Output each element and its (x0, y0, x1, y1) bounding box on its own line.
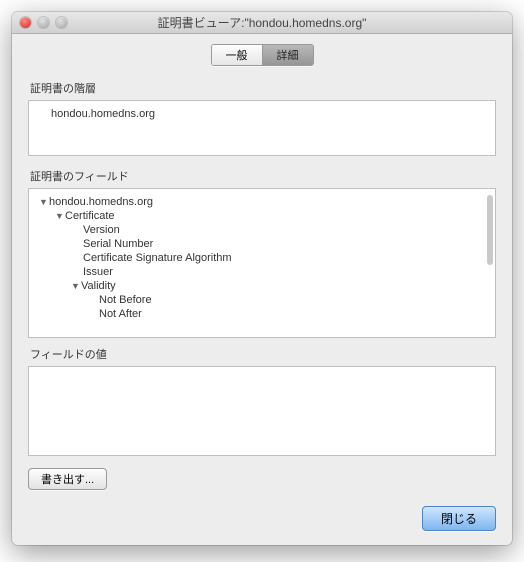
titlebar: 証明書ビューア:"hondou.homedns.org" (12, 12, 512, 34)
certificate-viewer-window: 証明書ビューア:"hondou.homedns.org" 一般 詳細 証明書の階… (12, 12, 512, 545)
tree-row-root[interactable]: ▼hondou.homedns.org (39, 195, 485, 209)
minimize-window-icon (38, 17, 49, 28)
window-title: 証明書ビューア:"hondou.homedns.org" (12, 14, 512, 31)
footer: 閉じる (28, 496, 496, 531)
field-value-panel[interactable] (28, 366, 496, 456)
tree-row-serial[interactable]: Serial Number (39, 237, 485, 251)
tree-label: Not After (99, 308, 142, 320)
hierarchy-label: 証明書の階層 (30, 80, 496, 96)
disclosure-down-icon[interactable]: ▼ (39, 197, 49, 207)
scrollbar-thumb[interactable] (487, 195, 493, 265)
export-button[interactable]: 書き出す... (28, 468, 107, 490)
tree-label: Version (83, 224, 120, 236)
tree-label: Certificate (65, 210, 115, 222)
hierarchy-panel[interactable]: hondou.homedns.org (28, 100, 496, 156)
tree-row-issuer[interactable]: Issuer (39, 265, 485, 279)
close-button[interactable]: 閉じる (422, 506, 496, 531)
tab-switcher: 一般 詳細 (28, 44, 496, 66)
tree-row-sigalg[interactable]: Certificate Signature Algorithm (39, 251, 485, 265)
fields-label: 証明書のフィールド (30, 168, 496, 184)
disclosure-down-icon[interactable]: ▼ (71, 281, 81, 291)
tree-label: Certificate Signature Algorithm (83, 252, 232, 264)
tree-row-validity[interactable]: ▼Validity (39, 279, 485, 293)
zoom-window-icon (56, 17, 67, 28)
tab-general[interactable]: 一般 (212, 45, 262, 65)
tree-label: Validity (81, 280, 116, 292)
tree-row-notafter[interactable]: Not After (39, 307, 485, 321)
tree-row-certificate[interactable]: ▼Certificate (39, 209, 485, 223)
disclosure-down-icon[interactable]: ▼ (55, 211, 65, 221)
tree-label: Not Before (99, 294, 152, 306)
tree-label: Issuer (83, 266, 113, 278)
tree-label: hondou.homedns.org (49, 196, 153, 208)
field-value-label: フィールドの値 (30, 346, 496, 362)
traffic-lights (12, 17, 67, 28)
tab-detail[interactable]: 詳細 (262, 45, 313, 65)
tree-row-notbefore[interactable]: Not Before (39, 293, 485, 307)
close-window-icon[interactable] (20, 17, 31, 28)
hierarchy-item[interactable]: hondou.homedns.org (39, 107, 485, 121)
fields-panel[interactable]: ▼hondou.homedns.org ▼Certificate Version… (28, 188, 496, 338)
window-body: 一般 詳細 証明書の階層 hondou.homedns.org 証明書のフィール… (12, 34, 512, 545)
tree-label: Serial Number (83, 238, 153, 250)
tree-row-version[interactable]: Version (39, 223, 485, 237)
